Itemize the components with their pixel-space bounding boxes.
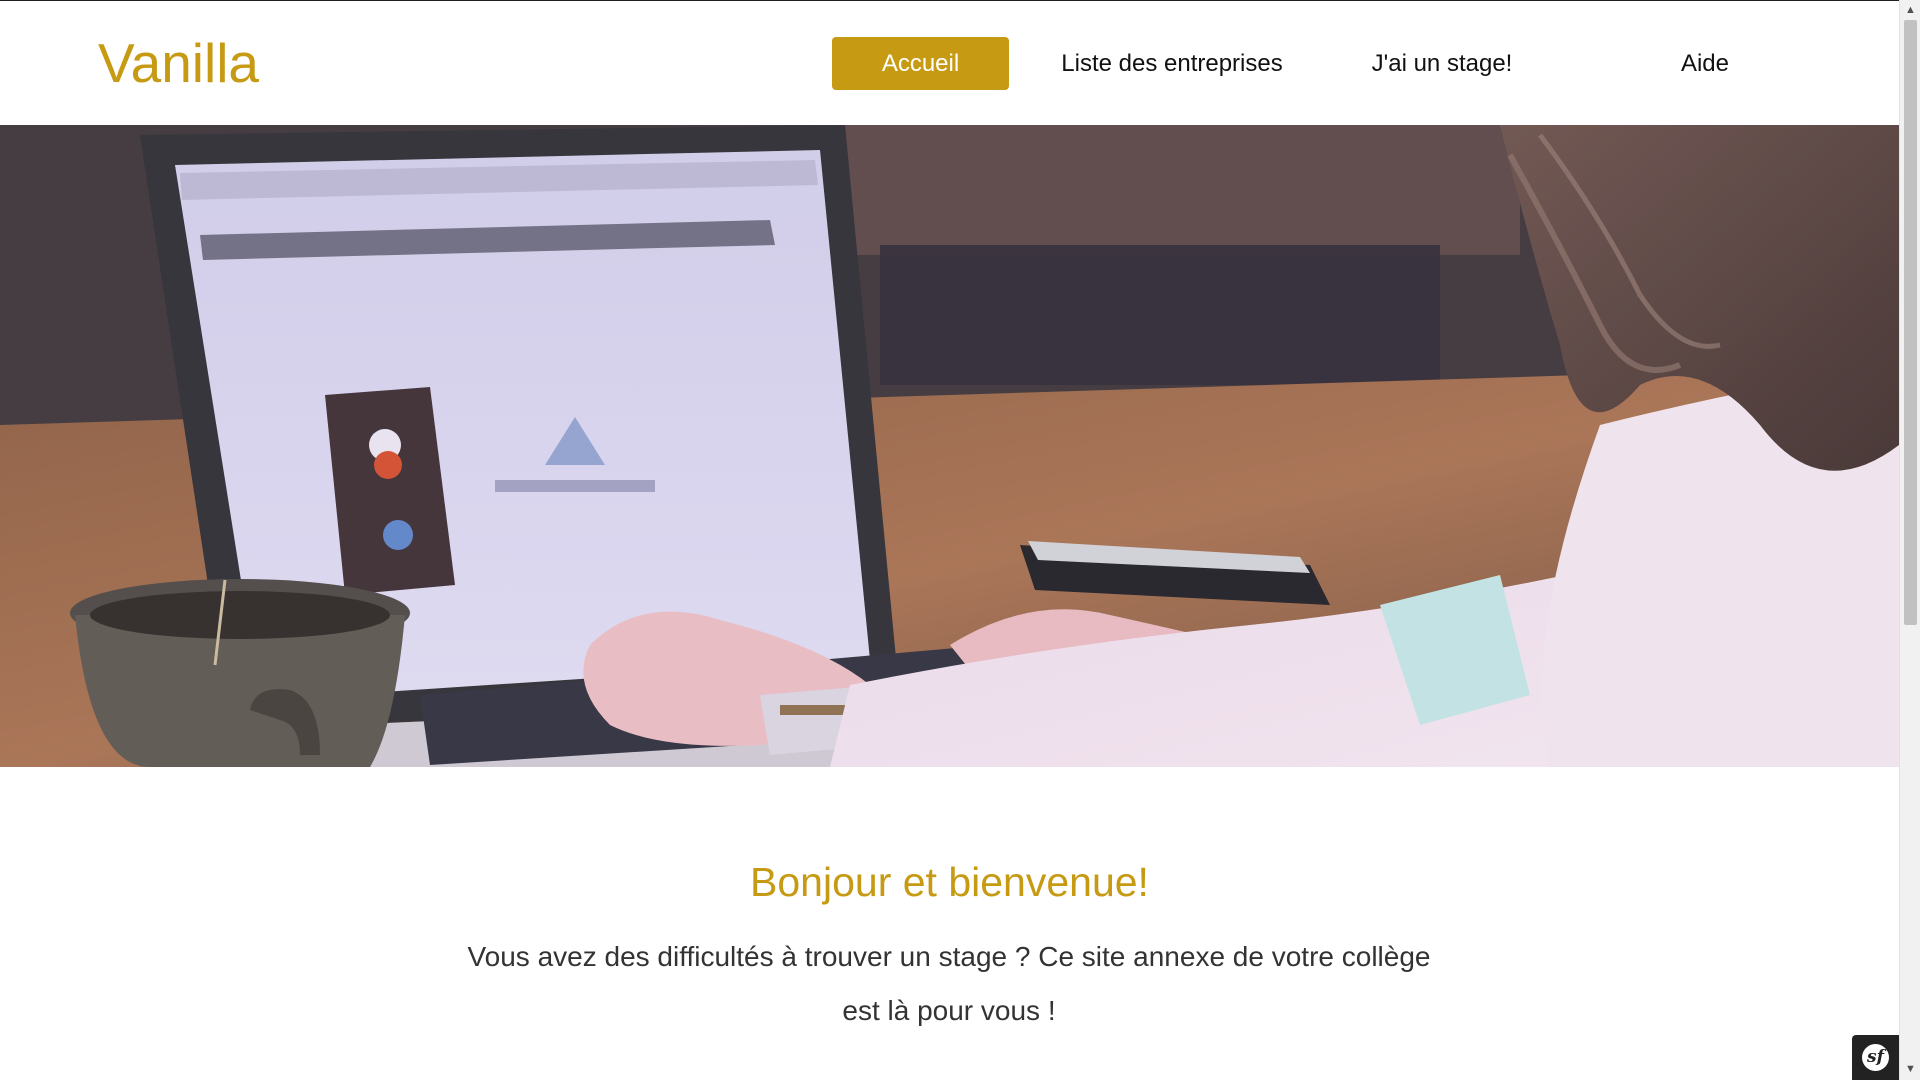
vertical-scrollbar[interactable]: ▲ ▼ bbox=[1899, 0, 1920, 1080]
site-header: Vanilla Accueil Liste des entreprises J'… bbox=[0, 1, 1899, 125]
browser-viewport: Vanilla Accueil Liste des entreprises J'… bbox=[0, 0, 1920, 1080]
symfony-debug-toolbar-toggle[interactable]: sf bbox=[1852, 1035, 1899, 1080]
welcome-text: Vous avez des difficultés à trouver un s… bbox=[467, 941, 1431, 1026]
nav-item-aide[interactable]: Aide bbox=[1662, 37, 1748, 90]
welcome-section: Bonjour et bienvenue! Vous avez des diff… bbox=[0, 767, 1899, 1080]
nav-item-j-ai-un-stage[interactable]: J'ai un stage! bbox=[1352, 37, 1532, 90]
nav-item-accueil[interactable]: Accueil bbox=[832, 37, 1009, 90]
hero-image bbox=[0, 125, 1899, 767]
scrollbar-thumb[interactable] bbox=[1904, 20, 1917, 625]
brand-logo[interactable]: Vanilla bbox=[98, 31, 259, 95]
welcome-title: Bonjour et bienvenue! bbox=[750, 859, 1149, 905]
hero-photo-illustration bbox=[0, 125, 1899, 767]
window-top-border bbox=[0, 0, 1899, 1]
scroll-down-arrow-icon[interactable]: ▼ bbox=[1900, 1059, 1920, 1080]
scroll-up-arrow-icon[interactable]: ▲ bbox=[1900, 0, 1920, 21]
page: Vanilla Accueil Liste des entreprises J'… bbox=[0, 0, 1899, 1080]
nav-item-liste-entreprises[interactable]: Liste des entreprises bbox=[1054, 37, 1290, 90]
symfony-icon: sf bbox=[1862, 1044, 1889, 1071]
